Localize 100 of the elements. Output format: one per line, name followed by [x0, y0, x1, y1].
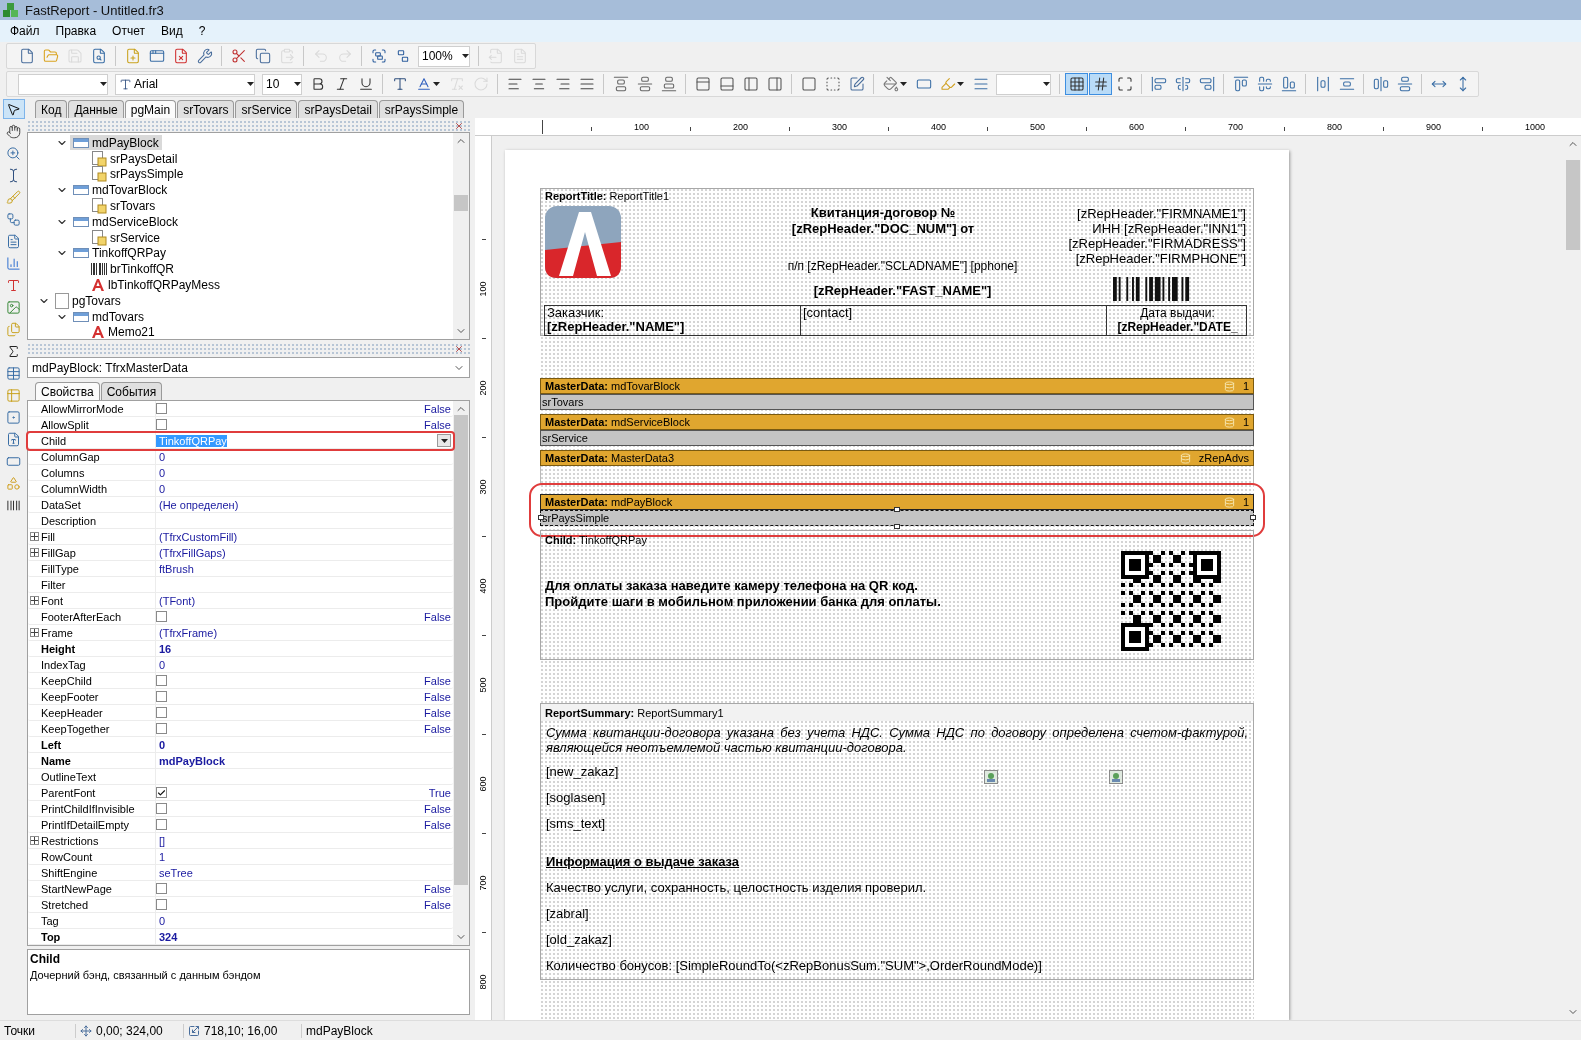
band-header[interactable]: MasterData: mdTovarBlock 1	[540, 378, 1254, 394]
object-selector[interactable]: mdPayBlock: TfrxMasterData	[27, 357, 470, 378]
property-row[interactable]: Columns 0	[28, 465, 453, 481]
text-field[interactable]: Качество услуги, сохранность, целостность изделия проверил.	[546, 875, 1248, 901]
property-name[interactable]: Tag	[28, 913, 156, 928]
date-field[interactable]: Дата выдачи: [zRepHeader."DATE_	[1106, 305, 1247, 336]
property-value[interactable]: False	[421, 882, 451, 895]
property-row[interactable]: ShiftEngine seTree	[28, 865, 453, 881]
property-row[interactable]: Filter	[28, 577, 453, 593]
property-value[interactable]: False	[421, 610, 451, 623]
menu-item[interactable]: Отчет	[104, 24, 153, 38]
band-header[interactable]: MasterData: MasterData3 zRepAdvs	[540, 450, 1254, 466]
property-value[interactable]: 0	[156, 482, 166, 495]
property-name[interactable]: Fill	[28, 529, 156, 544]
property-row[interactable]: Description	[28, 513, 453, 529]
page-tab[interactable]: pgMain	[124, 100, 177, 118]
page-tab[interactable]: srPaysDetail	[298, 100, 378, 118]
master-data-band[interactable]: MasterData: MasterData3 zRepAdvs	[540, 450, 1254, 484]
property-row[interactable]: Top 324	[28, 929, 453, 945]
property-value[interactable]: 0	[156, 914, 166, 927]
property-row[interactable]: ColumnWidth 0	[28, 481, 453, 497]
inspector-tab[interactable]: События	[100, 382, 163, 400]
property-value[interactable]: 16	[156, 642, 172, 655]
property-name[interactable]: DataSet	[28, 497, 156, 512]
property-name[interactable]: RowCount	[28, 849, 156, 864]
property-name[interactable]: Top	[28, 929, 156, 944]
property-value[interactable]: True	[425, 786, 451, 799]
child-band[interactable]: Child: TinkoffQRPay Для оплаты заказа наведите камеру телефона на QR код. Пройдите шаги в мобильном приложении банка для оплаты.	[540, 530, 1254, 660]
property-value[interactable]: False	[421, 818, 451, 831]
tree-item[interactable]: pgTovars	[52, 293, 124, 309]
text-field[interactable]: [zabral]	[546, 901, 1248, 927]
tree-item[interactable]: mdTovarBlock	[70, 182, 171, 198]
property-name[interactable]: Height	[28, 641, 156, 656]
property-value[interactable]: False	[421, 802, 451, 815]
property-value[interactable]: False	[421, 690, 451, 703]
property-name[interactable]: FillType	[28, 561, 156, 576]
zoom-dropdown[interactable]: 100%	[418, 45, 470, 67]
property-name[interactable]: Filter	[28, 577, 156, 592]
property-row[interactable]: StartNewPage False	[28, 881, 453, 897]
order-name-text[interactable]: [zRepHeader."FAST_NAME"]	[752, 283, 1053, 298]
inspector-tab[interactable]: Свойства	[35, 382, 100, 400]
menu-item[interactable]: Правка	[47, 24, 105, 38]
text-field[interactable]: [old_zakaz]	[546, 927, 1248, 953]
property-row[interactable]: FillType ftBrush	[28, 561, 453, 577]
tree-item[interactable]: mdServiceBlock	[70, 214, 182, 230]
property-row[interactable]: IndexTag 0	[28, 657, 453, 673]
property-value[interactable]: 0	[156, 450, 166, 463]
property-value[interactable]: (TfrxFillGaps)	[156, 546, 226, 559]
note-text[interactable]: Сумма квитанции-договора указана без учета НДС. Сумма НДС по договору определена счетом-фактурой, являющейся неотъемлемой частью квитанции-договора.	[546, 725, 1248, 755]
property-name[interactable]: Frame	[28, 625, 156, 640]
tree-item[interactable]: Memo21	[88, 324, 158, 339]
property-row[interactable]: FooterAfterEach False	[28, 609, 453, 625]
subreport-object[interactable]: srPaysSimple	[540, 510, 1254, 526]
tree-item[interactable]: srTovars	[88, 198, 159, 214]
property-value[interactable]: False	[421, 674, 451, 687]
property-value[interactable]: False	[421, 898, 451, 911]
property-value[interactable]: ftBrush	[156, 562, 194, 575]
band-header[interactable]: MasterData: mdPayBlock 1	[540, 494, 1254, 510]
property-name[interactable]: Columns	[28, 465, 156, 480]
property-row[interactable]: Restrictions []	[28, 833, 453, 849]
property-name[interactable]: Left	[28, 737, 156, 752]
property-row[interactable]: PrintIfDetailEmpty False	[28, 817, 453, 833]
property-name[interactable]: Description	[28, 513, 156, 528]
page-tab[interactable]: Данные	[68, 100, 124, 118]
property-row[interactable]: KeepFooter False	[28, 689, 453, 705]
property-row[interactable]: AllowMirrorMode False	[28, 401, 453, 417]
property-value[interactable]: (Не определен)	[156, 498, 239, 511]
property-row[interactable]: Tag 0	[28, 913, 453, 929]
text-field[interactable]: [new_zakaz]	[546, 759, 1248, 785]
property-value[interactable]: 324	[156, 930, 178, 943]
property-value[interactable]: 0	[156, 658, 166, 671]
property-row[interactable]: PrintChildIfInvisible False	[28, 801, 453, 817]
property-value[interactable]: 0	[156, 738, 166, 751]
subreport-object[interactable]: srTovars	[540, 394, 1254, 410]
font-dropdown[interactable]: Arial	[115, 73, 255, 95]
property-row[interactable]: OutlineText	[28, 769, 453, 785]
property-name[interactable]: Font	[28, 593, 156, 608]
property-value[interactable]: []	[156, 834, 166, 847]
property-value[interactable]: (TfrxFrame)	[156, 626, 218, 639]
contact-field[interactable]: [contact]	[800, 305, 1107, 336]
property-row[interactable]: Stretched False	[28, 897, 453, 913]
property-value[interactable]: False	[421, 706, 451, 719]
property-row[interactable]: FillGap (TfrxFillGaps)	[28, 545, 453, 561]
property-value[interactable]: seTree	[156, 866, 193, 879]
menu-item[interactable]: Файл	[2, 24, 48, 38]
tree-item[interactable]: srPaysSimple	[88, 167, 187, 182]
band-header[interactable]: MasterData: mdServiceBlock 1	[540, 414, 1254, 430]
section-heading[interactable]: Информация о выдаче заказа	[546, 849, 1248, 875]
tree-item[interactable]: srService	[88, 230, 163, 246]
heading-text[interactable]: Квитанция-договор № [zRepHeader."DOC_NUM"] от	[763, 205, 1003, 237]
property-row[interactable]: DataSet (Не определен)	[28, 497, 453, 513]
property-name[interactable]: ShiftEngine	[28, 865, 156, 880]
page-tab[interactable]: srTovars	[177, 100, 235, 118]
property-value[interactable]: (TFont)	[156, 594, 196, 607]
property-name[interactable]: IndexTag	[28, 657, 156, 672]
property-row[interactable]: Fill (TfrxCustomFill)	[28, 529, 453, 545]
property-name[interactable]: FillGap	[28, 545, 156, 560]
payment-message[interactable]: Для оплаты заказа наведите камеру телефона на QR код. Пройдите шаги в мобильном приложении банка для оплаты.	[545, 578, 941, 610]
tree-item[interactable]: mdTovars	[70, 309, 147, 325]
property-name[interactable]: Name	[28, 753, 156, 768]
